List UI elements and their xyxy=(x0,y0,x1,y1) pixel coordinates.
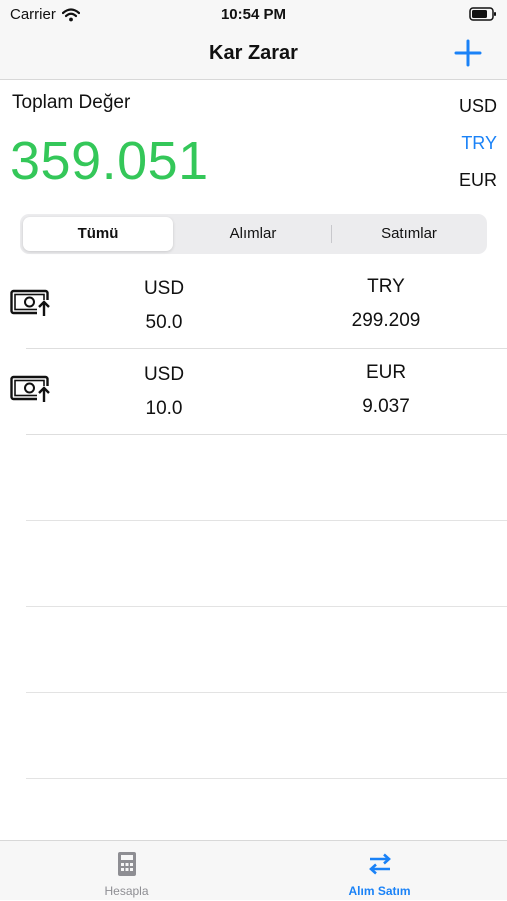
status-bar: Carrier 10:54 PM xyxy=(0,0,507,30)
page-title: Kar Zarar xyxy=(209,42,298,64)
from-currency: USD xyxy=(143,278,185,299)
plus-icon xyxy=(454,39,482,67)
money-buy-icon xyxy=(10,289,51,318)
empty-row-separator xyxy=(26,778,507,779)
money-buy-icon xyxy=(10,375,51,404)
navigation-bar: Kar Zarar xyxy=(0,30,507,80)
currency-option-usd[interactable]: USD xyxy=(437,96,497,133)
tab-label: Hesapla xyxy=(104,884,149,898)
tab-bar: Hesapla Alım Satım xyxy=(0,840,507,900)
to-currency: TRY xyxy=(367,276,405,297)
row-separator xyxy=(26,434,507,435)
segment-sells[interactable]: Satımlar xyxy=(334,217,484,251)
to-currency: EUR xyxy=(365,362,407,383)
empty-row-separator xyxy=(26,692,507,693)
from-currency: USD xyxy=(143,364,185,385)
tab-label: Alım Satım xyxy=(348,884,411,898)
segment-divider xyxy=(331,225,332,243)
converted-amount: 9.037 xyxy=(362,396,410,417)
swap-arrows-icon xyxy=(368,853,391,875)
transaction-row[interactable]: USD 50.0 TRY 299.209 xyxy=(0,262,507,349)
segment-buys[interactable]: Alımlar xyxy=(178,217,328,251)
tab-alim-satim[interactable]: Alım Satım xyxy=(253,841,506,901)
battery-icon xyxy=(469,7,497,25)
currency-option-try[interactable]: TRY xyxy=(437,133,497,170)
tab-hesapla[interactable]: Hesapla xyxy=(0,841,253,901)
total-value: 359.051 xyxy=(10,131,209,191)
calculator-icon xyxy=(117,852,136,876)
amount: 50.0 xyxy=(145,312,183,333)
empty-row-separator xyxy=(26,606,507,607)
add-button[interactable] xyxy=(453,38,483,68)
segment-all[interactable]: Tümü xyxy=(23,217,173,251)
empty-row-separator xyxy=(26,520,507,521)
status-time: 10:54 PM xyxy=(220,6,287,23)
amount: 10.0 xyxy=(145,398,183,419)
currency-picker: USD TRY EUR xyxy=(437,96,497,207)
transaction-row[interactable]: USD 10.0 EUR 9.037 xyxy=(0,348,507,435)
segmented-control: Tümü Alımlar Satımlar xyxy=(20,214,487,254)
total-value-label: Toplam Değer xyxy=(12,92,131,113)
converted-amount: 299.209 xyxy=(351,310,421,331)
currency-option-eur[interactable]: EUR xyxy=(437,170,497,207)
